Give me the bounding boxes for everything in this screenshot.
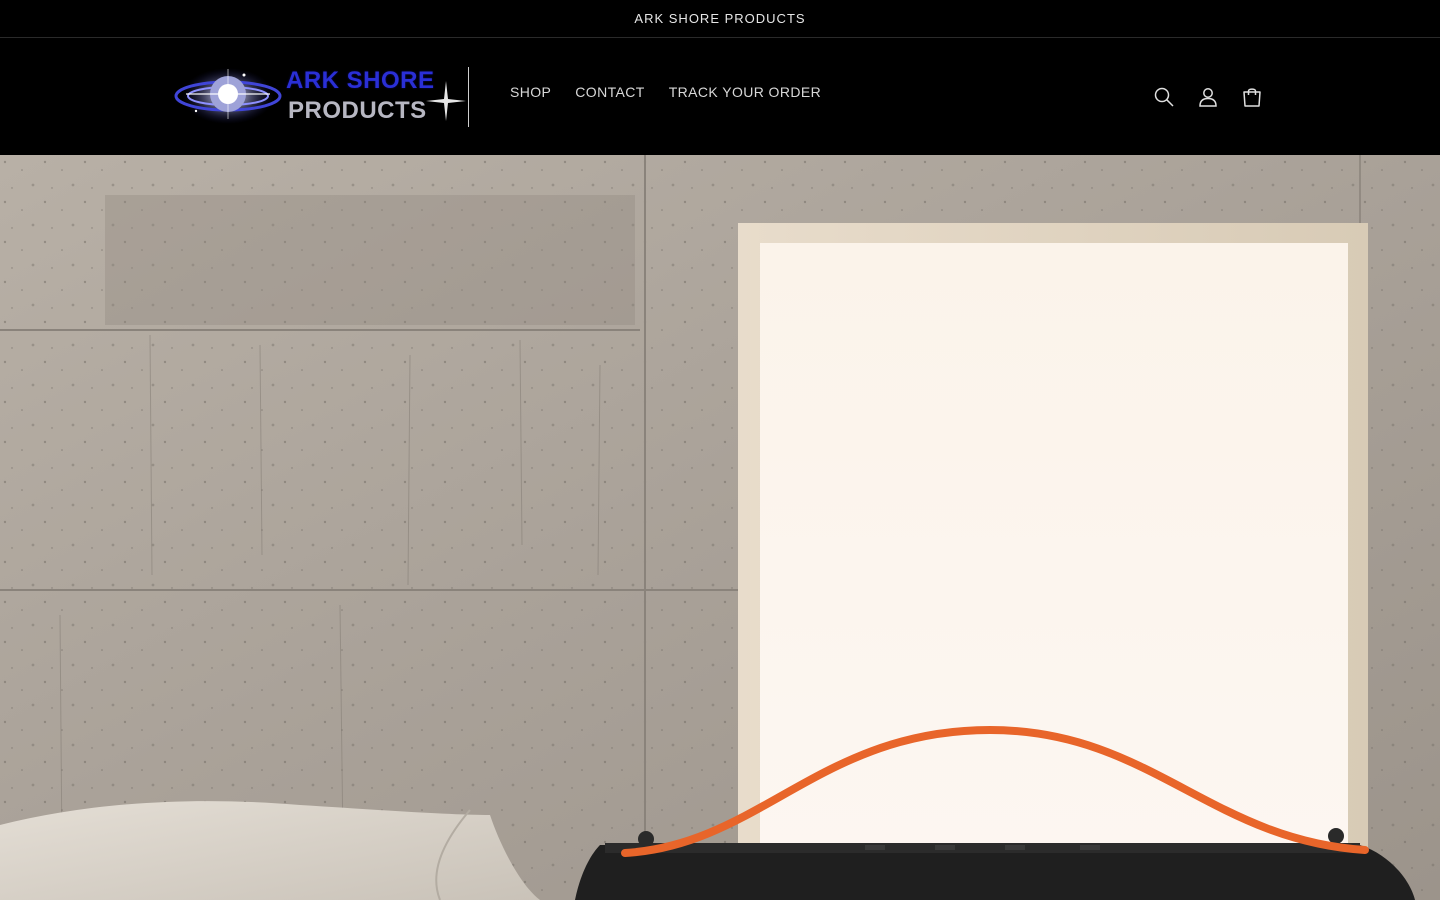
nav-item-track-order[interactable]: TRACK YOUR ORDER — [657, 84, 833, 100]
planet-logo-icon — [174, 68, 282, 124]
nav-item-contact[interactable]: CONTACT — [563, 84, 656, 100]
logo-text-line1: ARK SHORE — [286, 67, 435, 94]
search-button[interactable] — [1142, 75, 1186, 119]
logo-divider — [468, 67, 469, 127]
logo-text-line2: PRODUCTS — [288, 97, 427, 124]
hero-banner — [0, 155, 1440, 900]
announcement-bar: ARK SHORE PRODUCTS — [0, 0, 1440, 38]
account-icon — [1199, 88, 1217, 107]
site-logo[interactable]: ARK SHORE PRODUCTS — [166, 61, 470, 127]
account-button[interactable] — [1186, 75, 1230, 119]
site-header: ARK SHORE PRODUCTS SHOP CONTACT TRACK YO… — [0, 39, 1440, 155]
search-icon — [1154, 87, 1174, 107]
announcement-text: ARK SHORE PRODUCTS — [634, 11, 806, 26]
cart-icon — [1243, 88, 1261, 107]
nav-item-shop[interactable]: SHOP — [498, 84, 563, 100]
main-nav: SHOP CONTACT TRACK YOUR ORDER — [498, 84, 833, 100]
hero-image — [0, 155, 1440, 900]
sparkle-icon — [426, 81, 466, 121]
cart-button[interactable] — [1230, 75, 1274, 119]
header-icons — [1142, 75, 1274, 119]
